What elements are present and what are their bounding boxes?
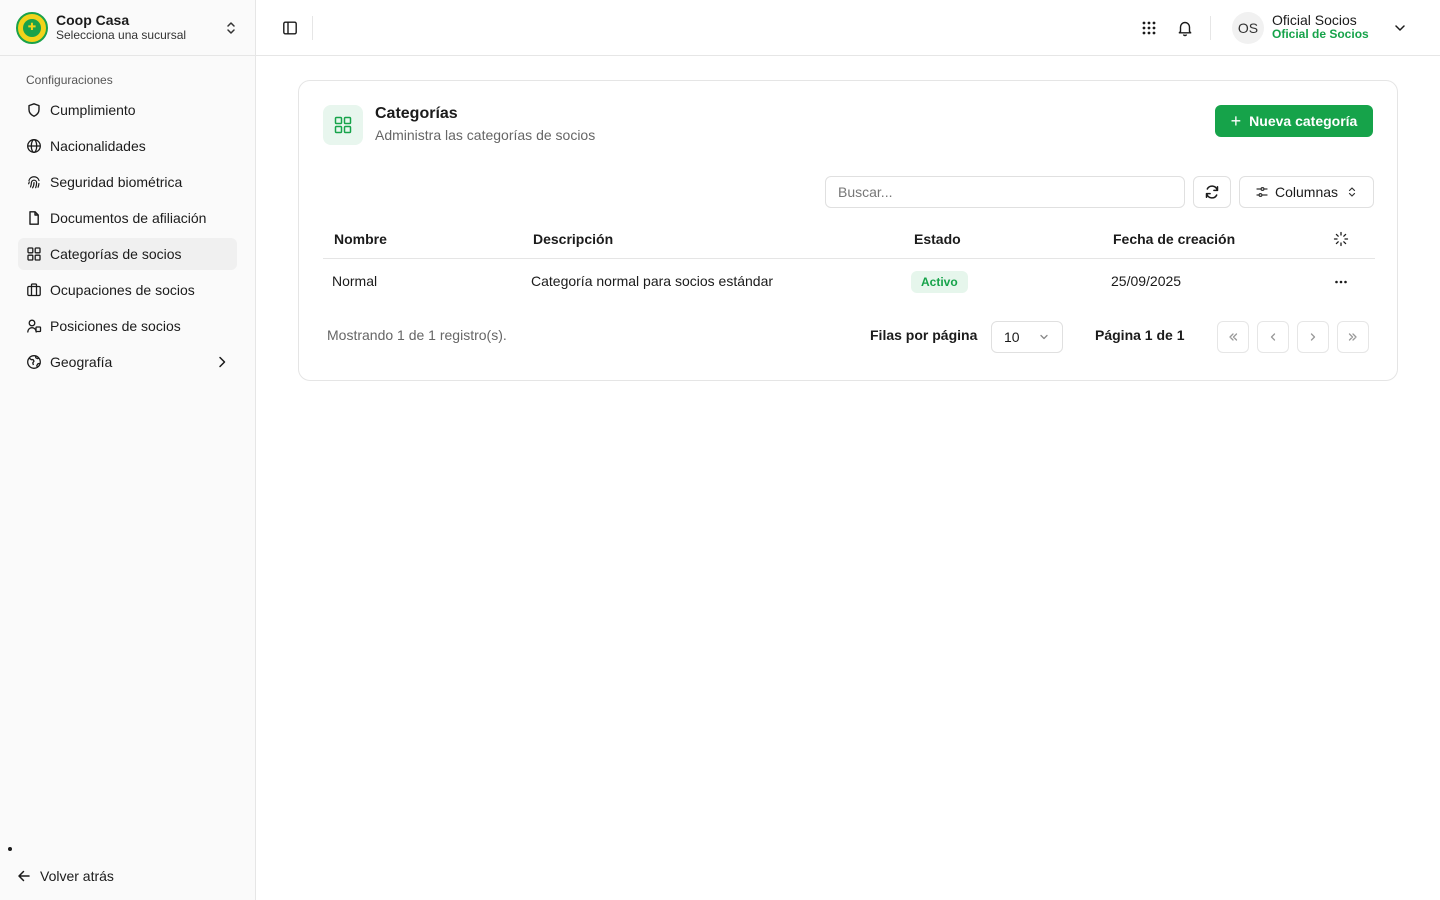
apps-grid-icon[interactable] bbox=[1140, 19, 1158, 37]
chevron-left-icon bbox=[1270, 333, 1276, 341]
sidebar-item-posiciones[interactable]: Posiciones de socios bbox=[18, 310, 237, 342]
panel-left-icon bbox=[283, 21, 297, 35]
shield-icon bbox=[26, 102, 42, 118]
prev-page-button[interactable] bbox=[1257, 321, 1289, 353]
chevrons-right-icon bbox=[1348, 333, 1357, 341]
sidebar-item-label: Posiciones de socios bbox=[50, 318, 181, 334]
bell-icon[interactable] bbox=[1176, 19, 1194, 37]
column-header-estado[interactable]: Estado bbox=[914, 231, 961, 247]
sidebar-item-label: Cumplimiento bbox=[50, 102, 136, 118]
org-subtitle: Selecciona una sucursal bbox=[56, 28, 187, 43]
column-header-fecha[interactable]: Fecha de creación bbox=[1113, 231, 1235, 247]
sidebar-item-categorias[interactable]: Categorías de socios bbox=[18, 238, 237, 270]
sidebar-item-label: Ocupaciones de socios bbox=[50, 282, 195, 298]
columns-button[interactable]: Columnas bbox=[1239, 176, 1374, 208]
page-title: Categorías bbox=[375, 105, 458, 122]
sidebar-item-documentos[interactable]: Documentos de afiliación bbox=[18, 202, 237, 234]
org-name: Coop Casa bbox=[56, 12, 130, 29]
column-header-descripcion[interactable]: Descripción bbox=[533, 231, 613, 247]
fingerprint-icon bbox=[26, 174, 42, 190]
org-switcher[interactable]: ✚ Coop Casa Selecciona una sucursal bbox=[0, 0, 255, 56]
status-dot bbox=[8, 847, 12, 851]
chevron-down-icon bbox=[1040, 334, 1048, 340]
back-button[interactable]: Volver atrás bbox=[16, 864, 114, 888]
chevron-right-icon bbox=[1310, 333, 1316, 341]
top-header: OS Oficial Socios Oficial de Socios bbox=[256, 0, 1440, 56]
cell-nombre: Normal bbox=[332, 273, 378, 289]
cell-fecha: 25/09/2025 bbox=[1111, 273, 1182, 289]
file-icon bbox=[26, 210, 42, 226]
chevron-right-icon bbox=[219, 356, 226, 368]
org-logo: ✚ bbox=[16, 11, 48, 44]
sidebar: ✚ Coop Casa Selecciona una sucursal Conf… bbox=[0, 0, 256, 900]
first-page-button[interactable] bbox=[1217, 321, 1249, 353]
page-indicator: Página 1 de 1 bbox=[1095, 327, 1185, 343]
sidebar-item-geografia[interactable]: Geografía bbox=[18, 346, 237, 378]
sidebar-item-cumplimiento[interactable]: Cumplimiento bbox=[18, 94, 237, 126]
sidebar-toggle-button[interactable] bbox=[280, 18, 300, 38]
sidebar-item-label: Geografía bbox=[50, 354, 113, 370]
status-badge: Activo bbox=[911, 271, 968, 293]
cell-descripcion: Categoría normal para socios estándar bbox=[531, 273, 774, 289]
avatar[interactable]: OS bbox=[1232, 12, 1264, 44]
chevrons-up-down-icon bbox=[1348, 187, 1356, 197]
back-label: Volver atrás bbox=[40, 868, 114, 884]
section-title: Configuraciones bbox=[26, 73, 113, 87]
chevrons-left-icon bbox=[1229, 333, 1238, 341]
grid-icon bbox=[26, 246, 42, 262]
sidebar-item-label: Nacionalidades bbox=[50, 138, 146, 154]
rows-per-page-value: 10 bbox=[1004, 329, 1020, 345]
header-divider bbox=[1210, 16, 1211, 40]
rows-per-page-select[interactable]: 10 bbox=[991, 321, 1063, 353]
sidebar-item-label: Categorías de socios bbox=[50, 246, 182, 262]
last-page-button[interactable] bbox=[1337, 321, 1369, 353]
page-subtitle: Administra las categorías de socios bbox=[375, 127, 596, 143]
chevron-down-icon[interactable] bbox=[1392, 20, 1408, 36]
chevrons-up-down-icon bbox=[227, 21, 235, 34]
more-actions-icon[interactable] bbox=[1333, 274, 1349, 290]
new-category-button[interactable]: + Nueva categoría bbox=[1215, 105, 1373, 137]
refresh-button[interactable] bbox=[1193, 176, 1231, 208]
user-name: Oficial Socios bbox=[1272, 12, 1357, 28]
next-page-button[interactable] bbox=[1297, 321, 1329, 353]
categories-card: Categorías Administra las categorías de … bbox=[298, 80, 1398, 381]
refresh-icon bbox=[1205, 185, 1219, 199]
category-grid-icon bbox=[323, 105, 363, 145]
globe-icon bbox=[26, 138, 42, 154]
table-header: Nombre Descripción Estado Fecha de creac… bbox=[323, 221, 1375, 259]
sliders-icon bbox=[1256, 186, 1268, 198]
arrow-left-icon bbox=[18, 870, 30, 882]
search-input[interactable] bbox=[825, 176, 1185, 208]
sidebar-item-nacionalidades[interactable]: Nacionalidades bbox=[18, 130, 237, 162]
user-role: Oficial de Socios bbox=[1272, 27, 1369, 42]
user-menu[interactable]: Oficial Socios Oficial de Socios bbox=[1272, 12, 1369, 42]
sidebar-item-label: Documentos de afiliación bbox=[50, 210, 207, 226]
sidebar-item-seguridad-biometrica[interactable]: Seguridad biométrica bbox=[18, 166, 237, 198]
sidebar-item-label: Seguridad biométrica bbox=[50, 174, 183, 190]
columns-label: Columnas bbox=[1274, 184, 1339, 200]
records-info: Mostrando 1 de 1 registro(s). bbox=[327, 327, 507, 343]
rows-per-page-label: Filas por página bbox=[870, 327, 978, 343]
users-icon bbox=[26, 318, 42, 334]
header-divider bbox=[312, 16, 313, 40]
sidebar-nav: Cumplimiento Nacionalidades Seguridad bi… bbox=[0, 94, 255, 378]
table-row[interactable]: Normal Categoría normal para socios está… bbox=[323, 259, 1375, 305]
briefcase-icon bbox=[26, 282, 42, 298]
plus-icon: + bbox=[1230, 111, 1242, 131]
new-category-label: Nueva categoría bbox=[1249, 113, 1358, 129]
column-header-nombre[interactable]: Nombre bbox=[334, 231, 387, 247]
sidebar-item-ocupaciones[interactable]: Ocupaciones de socios bbox=[18, 274, 237, 306]
column-settings-icon[interactable] bbox=[1333, 231, 1349, 247]
earth-icon bbox=[26, 354, 42, 370]
